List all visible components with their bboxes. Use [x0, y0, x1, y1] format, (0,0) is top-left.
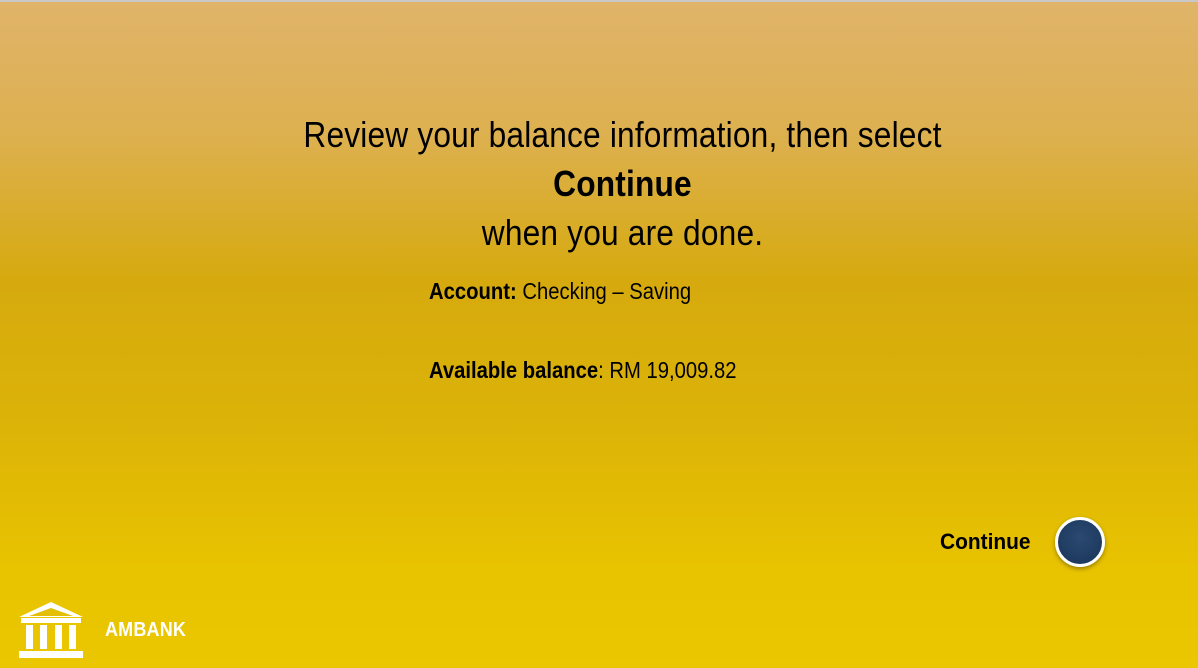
continue-label: Continue [940, 529, 1031, 554]
instruction-text: Review your balance information, then se… [251, 110, 995, 257]
instruction-line1-prefix: Review your balance information, then se… [303, 114, 942, 155]
continue-option[interactable]: Continue [940, 516, 1106, 568]
bank-building-icon [19, 602, 83, 658]
balance-value: : RM 19,009.82 [598, 357, 737, 383]
bank-brand: AMBANK [16, 600, 195, 660]
instruction-line2: when you are done. [481, 212, 764, 253]
brand-name: AMBANK [105, 618, 187, 641]
account-info: Account: Checking – Saving [429, 278, 691, 305]
balance-info: Available balance: RM 19,009.82 [429, 357, 737, 384]
instruction-continue-emphasis: Continue [553, 163, 692, 204]
balance-screen: Review your balance information, then se… [0, 2, 1198, 668]
account-label: Account: [429, 278, 517, 304]
balance-label: Available balance [429, 357, 599, 383]
account-value: Checking – Saving [516, 278, 692, 304]
continue-button[interactable] [1055, 517, 1106, 567]
